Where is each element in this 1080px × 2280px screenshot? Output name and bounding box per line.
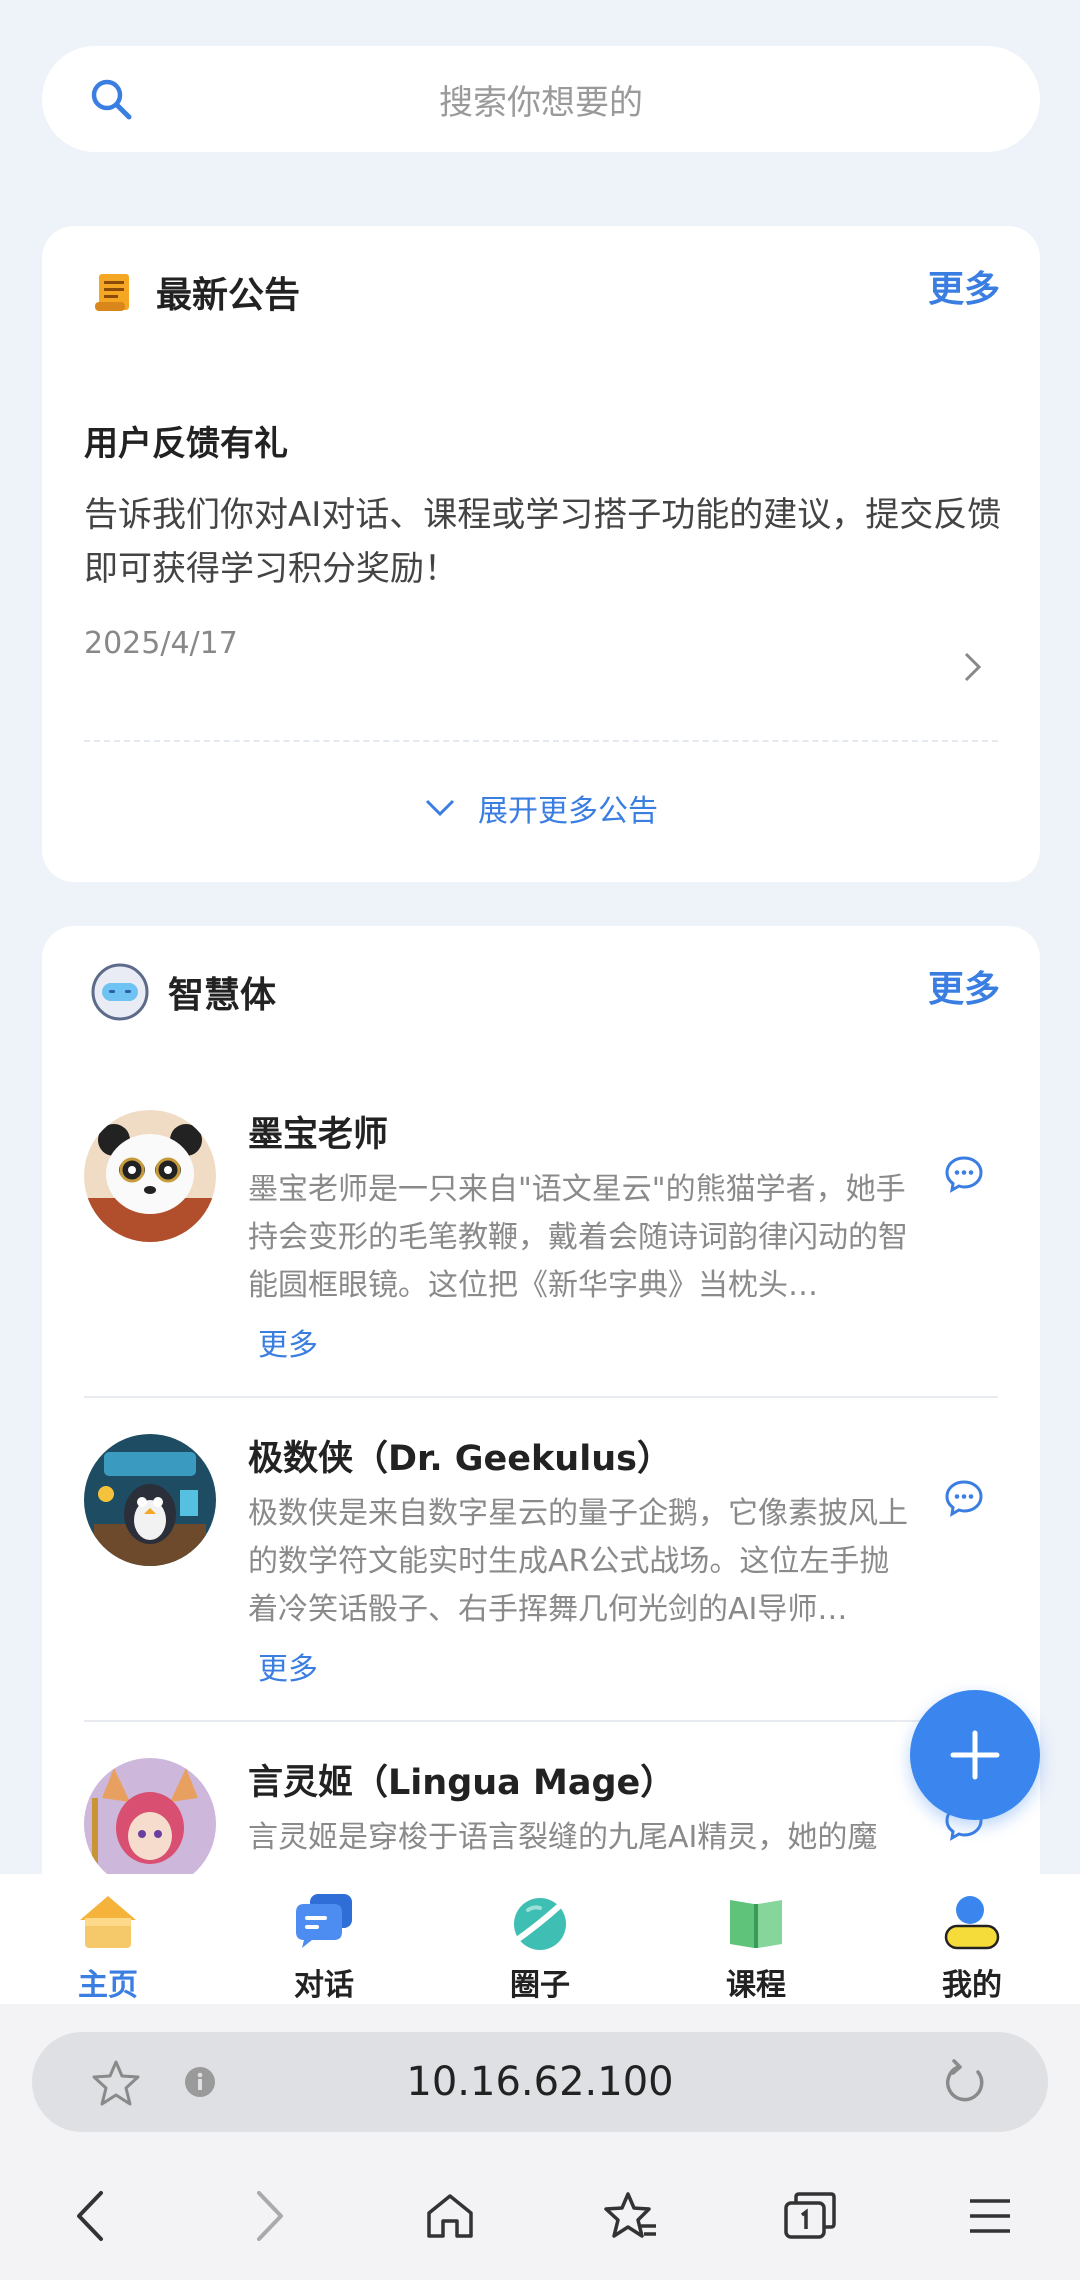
browser-nav <box>0 2176 1080 2256</box>
reload-icon[interactable] <box>940 2058 990 2108</box>
back-icon <box>77 2191 103 2241</box>
notice-card: 最新公告 更多 用户反馈有礼 告诉我们你对AI对话、课程或学习搭子功能的建议，提… <box>42 226 1040 882</box>
tab-label: 对话 <box>294 1968 354 2003</box>
tab-label: 圈子 <box>510 1968 570 2003</box>
search-icon <box>91 79 132 120</box>
house-icon <box>427 2194 473 2238</box>
scroll-icon <box>95 274 129 311</box>
profile-icon <box>944 1896 1000 1950</box>
tab-profile[interactable]: 我的 <box>864 1874 1080 2004</box>
menu-button[interactable] <box>960 2186 1020 2246</box>
agent-more-link[interactable]: 更多 <box>258 1644 318 1688</box>
agent-description: 墨宝老师是一只来自"语文星云"的熊猫学者，她手持会变形的毛笔教鞭，戴着会随诗词韵… <box>248 1172 908 1303</box>
star-icon[interactable] <box>90 2058 142 2108</box>
tab-home[interactable]: 主页 <box>0 1874 216 2004</box>
notice-item-date: 2025/4/17 <box>84 626 238 661</box>
chat-bubble-icon[interactable] <box>944 1154 984 1194</box>
menu-icon <box>970 2199 1010 2233</box>
agents-more-link[interactable]: 更多 <box>928 960 1000 1012</box>
back-button[interactable] <box>60 2186 120 2246</box>
tabs-icon <box>784 2192 836 2239</box>
agent-description: 极数侠是来自数字星云的量子企鹅，它像素披风上的数学符文能实时生成AR公式战场。这… <box>248 1496 908 1627</box>
avatar <box>84 1434 216 1566</box>
chat-bubble-icon[interactable] <box>944 1478 984 1518</box>
expand-notices-button[interactable]: 展开更多公告 <box>42 786 1040 830</box>
url-text: 10.16.62.100 <box>406 2059 674 2105</box>
tab-circle[interactable]: 圈子 <box>432 1874 648 2004</box>
notice-item-title: 用户反馈有礼 <box>84 424 288 464</box>
avatar <box>84 1110 216 1242</box>
bookmarks-button[interactable] <box>600 2186 660 2246</box>
notice-title: 最新公告 <box>156 275 301 316</box>
divider <box>84 740 998 742</box>
agent-name: 言灵姬（Lingua Mage） <box>248 1763 676 1803</box>
bookmark-star-icon <box>604 2192 656 2238</box>
agents-card: 智慧体 更多 墨宝老师 墨宝老师是一只来自"语文星云"的熊猫学者，她手持会变形的… <box>42 926 1040 1976</box>
agents-header: 智慧体 <box>90 963 277 1021</box>
tab-label: 课程 <box>726 1968 786 2003</box>
chevron-down-icon <box>425 799 455 817</box>
chevron-right-icon <box>964 652 982 682</box>
plus-icon <box>950 1730 1000 1780</box>
agent-name: 极数侠（Dr. Geekulus） <box>248 1439 672 1479</box>
search-bar[interactable]: 搜索你想要的 <box>42 46 1040 152</box>
divider <box>84 1720 998 1722</box>
expand-notices-label: 展开更多公告 <box>478 794 658 829</box>
agents-title: 智慧体 <box>168 975 277 1016</box>
home-button[interactable] <box>420 2186 480 2246</box>
tab-chat[interactable]: 对话 <box>216 1874 432 2004</box>
robot-icon <box>91 963 149 1021</box>
home-icon <box>80 1896 136 1948</box>
info-icon[interactable] <box>184 2066 216 2098</box>
forward-icon <box>257 2191 283 2241</box>
agent-description: 言灵姬是穿梭于语言裂缝的九尾AI精灵，她的魔 <box>248 1820 878 1855</box>
bottom-tab-bar: 主页 对话 圈子 课程 我的 <box>0 1874 1080 2004</box>
chat-icon <box>296 1894 352 1948</box>
tabs-button[interactable] <box>780 2186 840 2246</box>
agent-more-link[interactable]: 更多 <box>258 1320 318 1364</box>
search-placeholder: 搜索你想要的 <box>439 82 643 123</box>
tab-label: 我的 <box>942 1968 1002 2003</box>
notice-header: 最新公告 <box>90 264 300 320</box>
browser-toolbar: 10.16.62.100 <box>0 2004 1080 2280</box>
forward-button[interactable] <box>240 2186 300 2246</box>
planet-icon <box>511 1897 569 1950</box>
divider <box>84 1396 998 1398</box>
book-icon <box>730 1900 782 1948</box>
add-button[interactable] <box>910 1690 1040 1820</box>
address-bar[interactable]: 10.16.62.100 <box>32 2032 1048 2132</box>
avatar <box>84 1758 216 1890</box>
agent-name: 墨宝老师 <box>248 1115 389 1155</box>
notice-more-link[interactable]: 更多 <box>928 260 1000 312</box>
tab-course[interactable]: 课程 <box>648 1874 864 2004</box>
tab-label: 主页 <box>78 1968 138 2003</box>
notice-item-body: 告诉我们你对AI对话、课程或学习搭子功能的建议，提交反馈即可获得学习积分奖励！ <box>84 495 1002 589</box>
